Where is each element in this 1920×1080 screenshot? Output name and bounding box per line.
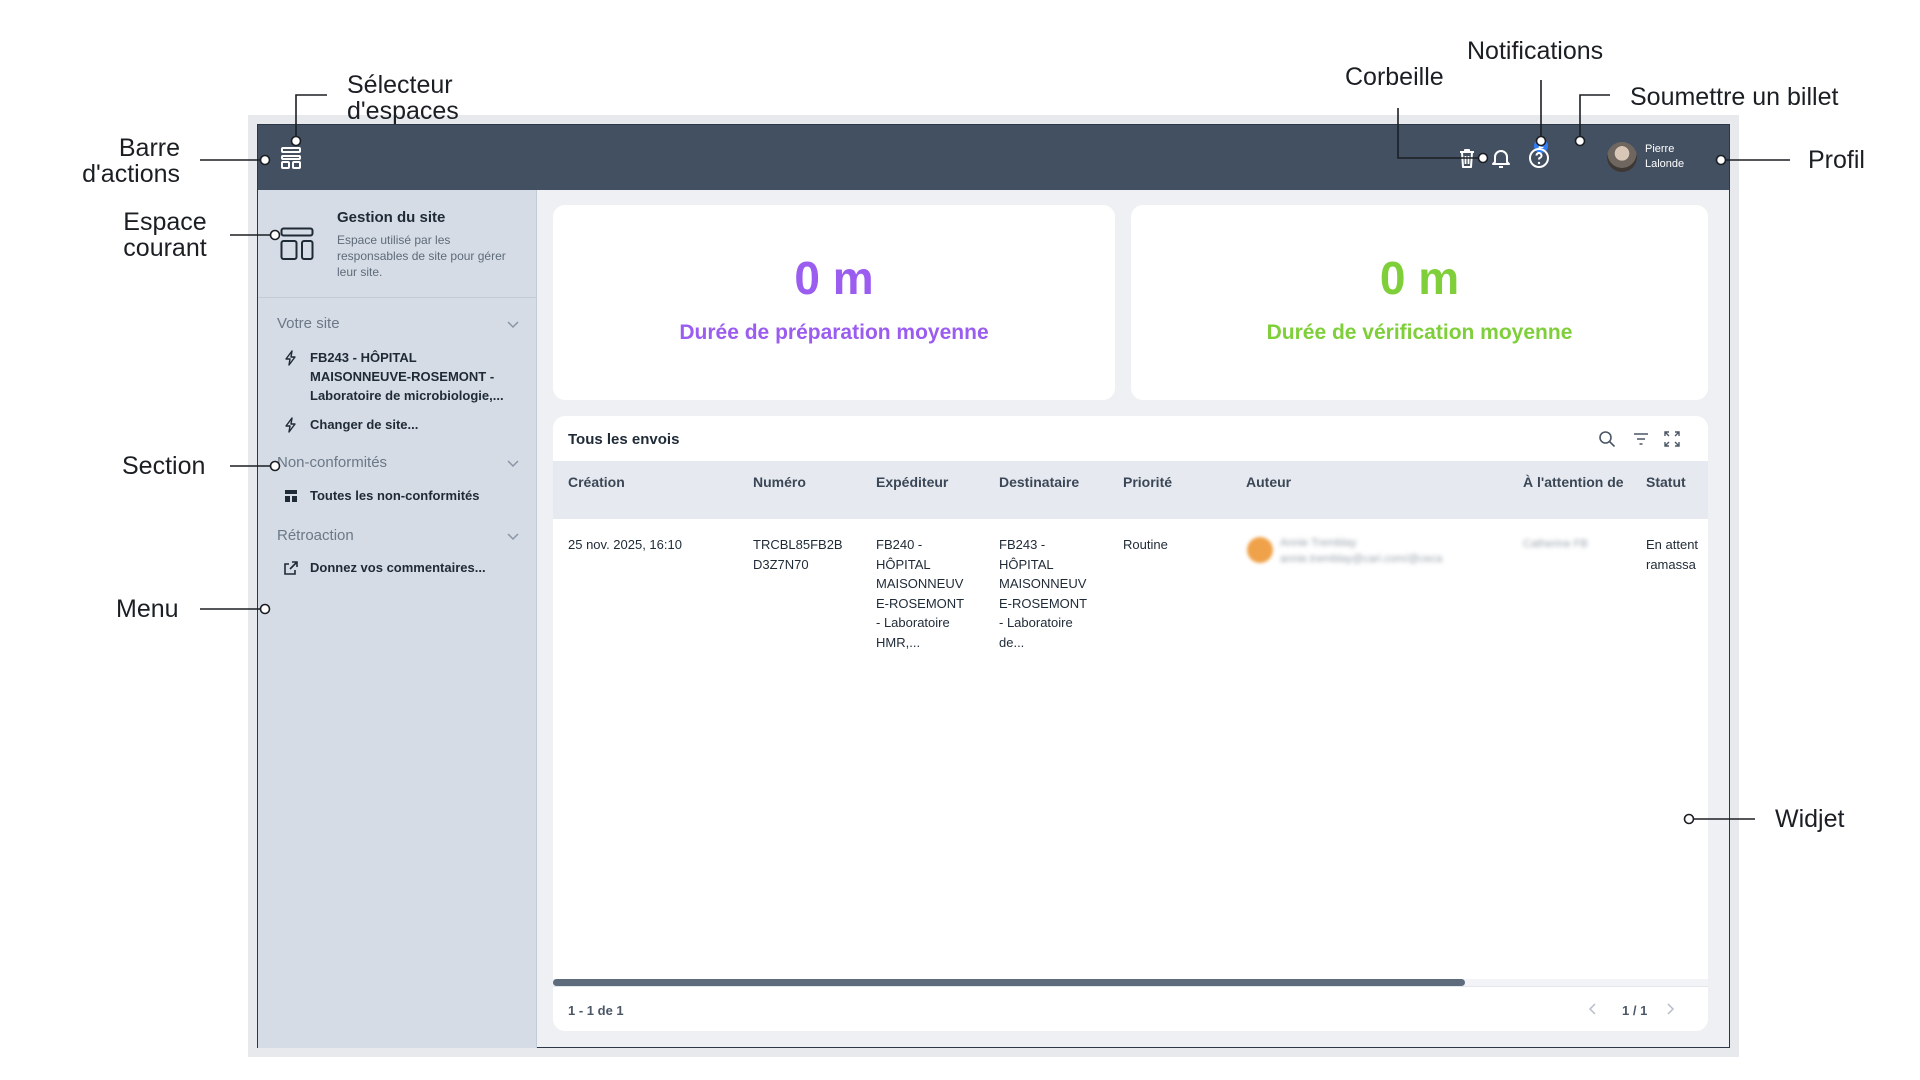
kpi-value: 0 m	[794, 252, 874, 304]
column-header[interactable]: Création	[568, 474, 625, 490]
kpi-value: 0 m	[1379, 252, 1460, 304]
help-icon[interactable]	[1527, 146, 1551, 170]
callout-widget: Widjet	[1775, 805, 1845, 833]
bolt-icon	[285, 350, 296, 366]
kpi-label: Durée de préparation moyenne	[679, 321, 989, 344]
filter-icon[interactable]	[1632, 430, 1650, 448]
cell-creation: 25 nov. 2025, 16:10	[568, 537, 682, 552]
column-header[interactable]: Priorité	[1123, 474, 1172, 490]
avatar[interactable]	[1607, 142, 1637, 172]
author-avatar	[1247, 537, 1273, 563]
sidebar-item-current-site[interactable]: FB243 - HÔPITAL MAISONNEUVE-ROSEMONT - L…	[310, 348, 520, 405]
sidebar-item-change-site[interactable]: Changer de site...	[310, 415, 418, 434]
cell-auteur: Annie Tremblay annie.tremblay@cari.com/@…	[1280, 537, 1443, 565]
column-header[interactable]: Expéditeur	[876, 474, 948, 490]
column-header[interactable]: Statut	[1646, 474, 1686, 490]
chevron-left-icon[interactable]	[1588, 1002, 1598, 1016]
external-link-icon	[284, 561, 298, 575]
kpi-label: Durée de vérification moyenne	[1266, 321, 1573, 344]
sidebar-item-feedback[interactable]: Donnez vos commentaires...	[310, 558, 486, 577]
bell-icon[interactable]	[1489, 146, 1513, 170]
trash-icon[interactable]	[1455, 146, 1479, 170]
table-icon	[285, 490, 297, 502]
cell-attention: Catherine FB	[1523, 538, 1588, 550]
user-name[interactable]: Pierre Lalonde	[1645, 142, 1684, 172]
section-votre-site[interactable]: Votre site	[277, 315, 340, 332]
callout-submit-ticket: Soumettre un billet	[1630, 83, 1839, 111]
callout-trash: Corbeille	[1345, 63, 1444, 91]
horizontal-scrollbar[interactable]	[553, 979, 1465, 986]
section-retroaction[interactable]: Rétroaction	[277, 527, 354, 544]
shipments-widget: Tous les envois Création Numéro Expédite…	[553, 416, 1708, 1031]
chevron-down-icon[interactable]	[507, 321, 519, 329]
cell-priorite: Routine	[1123, 537, 1168, 552]
widget-title: Tous les envois	[568, 431, 680, 448]
sidebar-menu: Gestion du site Espace utilisé par les r…	[258, 190, 537, 1048]
column-header[interactable]: À l'attention de	[1523, 474, 1624, 490]
expand-icon[interactable]	[1663, 430, 1681, 448]
space-title: Gestion du site	[337, 209, 446, 226]
kpi-card-preparation: 0 m Durée de préparation moyenne	[553, 205, 1115, 400]
search-icon[interactable]	[1598, 430, 1616, 448]
column-header[interactable]: Numéro	[753, 474, 806, 490]
cell-expediteur: FB240 - HÔPITAL MAISONNEUV E-ROSEMONT - …	[876, 537, 965, 650]
kpi-card-verification: 0 m Durée de vérification moyenne	[1131, 205, 1708, 400]
bolt-icon	[285, 417, 296, 433]
column-header[interactable]: Destinataire	[999, 474, 1079, 490]
callout-profile: Profil	[1808, 146, 1865, 174]
table-header: Création Numéro Expéditeur Destinataire …	[553, 461, 1708, 519]
callout-section: Section	[122, 452, 206, 480]
section-non-conformites[interactable]: Non-conformités	[277, 454, 387, 471]
space-selector-icon[interactable]	[280, 146, 302, 170]
chevron-down-icon[interactable]	[507, 533, 519, 541]
table-footer: 1 - 1 de 1 1 / 1	[553, 986, 1708, 1031]
chevron-down-icon[interactable]	[507, 460, 519, 468]
callout-action-bar: Barre d'actions	[82, 134, 180, 188]
column-header[interactable]: Auteur	[1246, 474, 1291, 490]
sidebar-item-all-nonconformities[interactable]: Toutes les non-conformités	[310, 486, 480, 505]
page-indicator: 1 / 1	[1622, 1003, 1648, 1018]
cell-destinataire: FB243 - HÔPITAL MAISONNEUV E-ROSEMONT - …	[999, 537, 1088, 650]
callout-notifications: Notifications	[1467, 37, 1604, 65]
callout-space-selector: Sélecteur d'espaces	[347, 71, 459, 125]
chevron-right-icon[interactable]	[1665, 1002, 1675, 1016]
action-bar: 2 Pierre Lalonde	[258, 125, 1729, 190]
app-window: 2 Pierre Lalonde Gestion du site Espace …	[248, 115, 1739, 1057]
space-layout-icon	[280, 227, 314, 260]
current-space[interactable]: Gestion du site Espace utilisé par les r…	[258, 190, 537, 298]
row-count: 1 - 1 de 1	[568, 1003, 624, 1018]
cell-numero: TRCBL85FB2B D3Z7N70	[753, 537, 843, 572]
cell-statut: En attent ramassa	[1646, 537, 1699, 572]
space-description: Espace utilisé par les responsables de s…	[337, 233, 506, 279]
callout-current-space: Espace courant	[123, 208, 207, 262]
callout-menu: Menu	[116, 595, 179, 623]
